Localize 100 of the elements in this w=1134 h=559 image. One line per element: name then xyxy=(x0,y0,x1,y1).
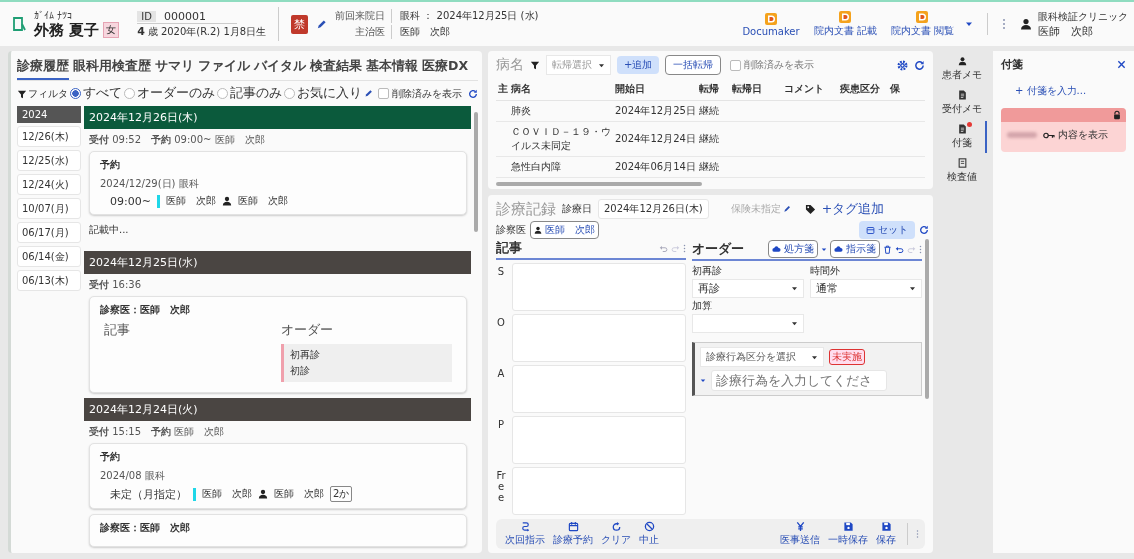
tab[interactable]: 医療DX xyxy=(422,55,468,80)
action-button[interactable]: クリア xyxy=(598,521,634,547)
date-item[interactable]: 06/14(金) xyxy=(17,246,81,267)
caret-icon xyxy=(791,286,798,291)
select-field[interactable]: 再診 xyxy=(692,279,804,298)
radio-button[interactable] xyxy=(284,88,295,99)
radio-option[interactable]: すべて xyxy=(70,85,122,102)
date-item[interactable]: 12/24(火) xyxy=(17,174,81,195)
text-area[interactable] xyxy=(512,314,686,362)
date-header[interactable]: 2024年12月24日(火) xyxy=(84,398,471,421)
doctor-button[interactable]: 医師 次郎 xyxy=(530,221,599,239)
tag-icon xyxy=(804,203,816,215)
visit-info: 受付 15:15 予約 医師 次郎 xyxy=(88,425,226,439)
side-tab[interactable]: 受付メモ xyxy=(939,87,987,119)
side-tab[interactable]: 検査値 xyxy=(939,155,987,187)
tab[interactable]: 診療履歴 xyxy=(17,55,69,80)
reservation-time: 未定（月指定） xyxy=(110,486,187,502)
table-cell: 2024年06月14日 xyxy=(613,157,697,178)
action-button[interactable]: 診療予約 xyxy=(550,521,596,547)
document-tool-button[interactable]: 院内文書 閲覧 xyxy=(887,10,957,38)
table-cell: 急性白内障 xyxy=(509,157,613,178)
radio-button[interactable] xyxy=(70,88,81,99)
caret-icon xyxy=(965,21,973,27)
radio-option[interactable]: オーダーのみ xyxy=(124,85,215,102)
tab[interactable]: 基本情報 xyxy=(366,55,418,80)
radio-button[interactable] xyxy=(217,88,228,99)
action-button[interactable]: 一時保存 xyxy=(825,521,871,547)
checkbox-label: 削除済みを表示 xyxy=(392,86,462,101)
scrollbar[interactable] xyxy=(474,112,478,232)
column-header: 主 xyxy=(496,78,509,101)
procedure-input[interactable]: 診療行為を入力してくださ xyxy=(711,370,887,391)
text-area[interactable] xyxy=(512,365,686,413)
set-button[interactable]: セット xyxy=(859,221,915,239)
caret-icon xyxy=(700,378,706,383)
soap-label: Free xyxy=(496,469,506,505)
document-tool-button[interactable]: Documaker xyxy=(739,11,803,37)
date-item[interactable]: 12/25(水) xyxy=(17,150,81,171)
checkbox[interactable] xyxy=(730,59,742,71)
column-header: コメント xyxy=(782,78,838,101)
document-tool-button[interactable]: 院内文書 記載 xyxy=(810,10,880,38)
side-tab[interactable]: 患者メモ xyxy=(939,53,987,85)
alert-badge[interactable]: 禁 xyxy=(291,14,309,34)
text-area[interactable] xyxy=(512,416,686,464)
date-header[interactable]: 2024年12月26日(木) xyxy=(84,106,471,129)
side-tab[interactable]: 付箋 xyxy=(939,121,987,153)
refresh-icon xyxy=(919,225,929,235)
caret-icon xyxy=(598,62,605,68)
age: 4 xyxy=(137,24,145,38)
bulk-outcome-button[interactable]: 一括転帰 xyxy=(665,55,722,75)
checkbox[interactable] xyxy=(378,88,389,99)
doctor-name: 医師 次郎 xyxy=(165,194,216,208)
select-field[interactable] xyxy=(692,314,804,333)
date-header[interactable]: 2024年12月25日(水) xyxy=(84,251,471,274)
action-button[interactable]: 中止 xyxy=(636,521,662,547)
add-note-link[interactable]: + 付箋を入力... xyxy=(1015,84,1087,98)
select-field[interactable]: 通常 xyxy=(810,279,922,298)
name-reading: ｶﾞｲﾑ ﾅﾂｺ xyxy=(34,9,74,21)
order-template-button[interactable]: 指示箋 xyxy=(830,240,880,258)
clear-icon xyxy=(610,521,622,532)
filter-button[interactable]: フィルタ xyxy=(17,86,68,101)
text-area[interactable] xyxy=(512,467,686,515)
radio-button[interactable] xyxy=(124,88,135,99)
date-field[interactable]: 2024年12月26日(木) xyxy=(598,199,709,219)
show-content-button[interactable]: 内容を表示 xyxy=(1043,128,1108,142)
age-unit: 歳 xyxy=(147,24,158,39)
date-item[interactable]: 06/17(月) xyxy=(17,222,81,243)
brand-logo-icon xyxy=(12,16,26,32)
column-header: 転帰 xyxy=(697,78,730,101)
tab[interactable]: 眼科用検査歴 xyxy=(73,55,151,80)
label: 前回来院日 xyxy=(335,9,393,23)
add-tag-link[interactable]: +タグ追加 xyxy=(821,200,885,218)
tab[interactable]: バイタル xyxy=(254,55,306,80)
order-template-button[interactable]: 処方箋 xyxy=(768,240,818,258)
action-button[interactable]: 保存 xyxy=(873,521,899,547)
add-button[interactable]: +追加 xyxy=(617,56,660,74)
text-area[interactable] xyxy=(512,263,686,311)
cancel-icon xyxy=(643,521,655,532)
pencil-icon xyxy=(364,89,373,98)
card-title: 診察医：医師 次郎 xyxy=(100,521,191,535)
key-icon xyxy=(1043,131,1055,139)
date-item[interactable]: 12/26(木) xyxy=(17,126,81,147)
caret-icon xyxy=(791,321,798,326)
tab[interactable]: ファイル xyxy=(198,55,250,80)
scrollbar[interactable] xyxy=(496,182,702,186)
action-button[interactable]: 医事送信 xyxy=(777,521,823,547)
logo-icon xyxy=(838,10,853,24)
category-select[interactable]: 診療行為区分を選択 xyxy=(700,347,824,367)
radio-option[interactable]: お気に入り xyxy=(284,85,362,102)
tab[interactable]: サマリ xyxy=(155,55,194,80)
close-icon xyxy=(1117,60,1126,69)
date-item[interactable]: 06/13(木) xyxy=(17,270,81,291)
action-button[interactable]: 次回指示 xyxy=(502,521,548,547)
table-cell: 継続 xyxy=(697,157,730,178)
patient-id: 000001 xyxy=(163,9,206,23)
order-value: 初診 xyxy=(290,364,311,378)
date-item[interactable]: 10/07(月) xyxy=(17,198,81,219)
radio-option[interactable]: 記事のみ xyxy=(217,85,282,102)
tab[interactable]: 検査結果 xyxy=(310,55,362,80)
column-label: オーダー xyxy=(281,322,334,339)
scrollbar[interactable] xyxy=(925,239,929,399)
